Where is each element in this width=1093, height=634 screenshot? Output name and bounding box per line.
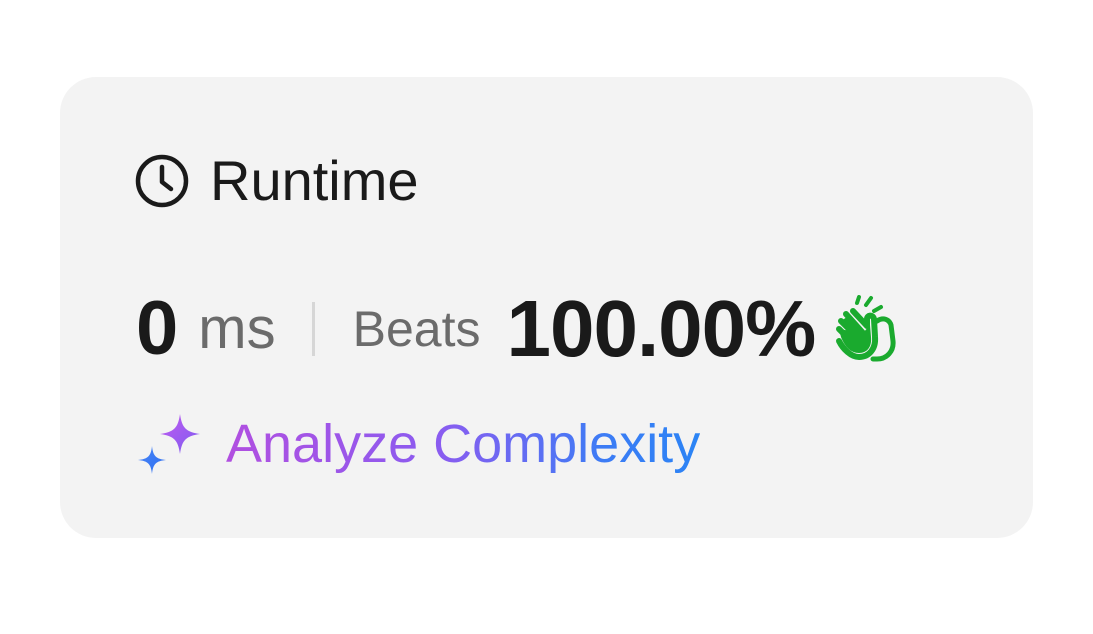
stats-divider [311,302,315,356]
runtime-value: 0 [136,286,179,371]
runtime-header: Runtime [134,148,419,214]
sparkle-icon [136,410,206,480]
beats-label: Beats [352,301,481,357]
analyze-complexity-button[interactable]: Analyze Complexity [136,410,700,480]
clapping-hands-icon [831,295,901,363]
beats-percentage: 100.00% [506,284,816,373]
runtime-stats: 0 ms Beats 100.00% [136,286,901,372]
clock-icon [134,153,190,209]
runtime-title: Runtime [210,149,419,212]
runtime-unit: ms [198,296,276,361]
analyze-complexity-label[interactable]: Analyze Complexity [226,414,700,474]
